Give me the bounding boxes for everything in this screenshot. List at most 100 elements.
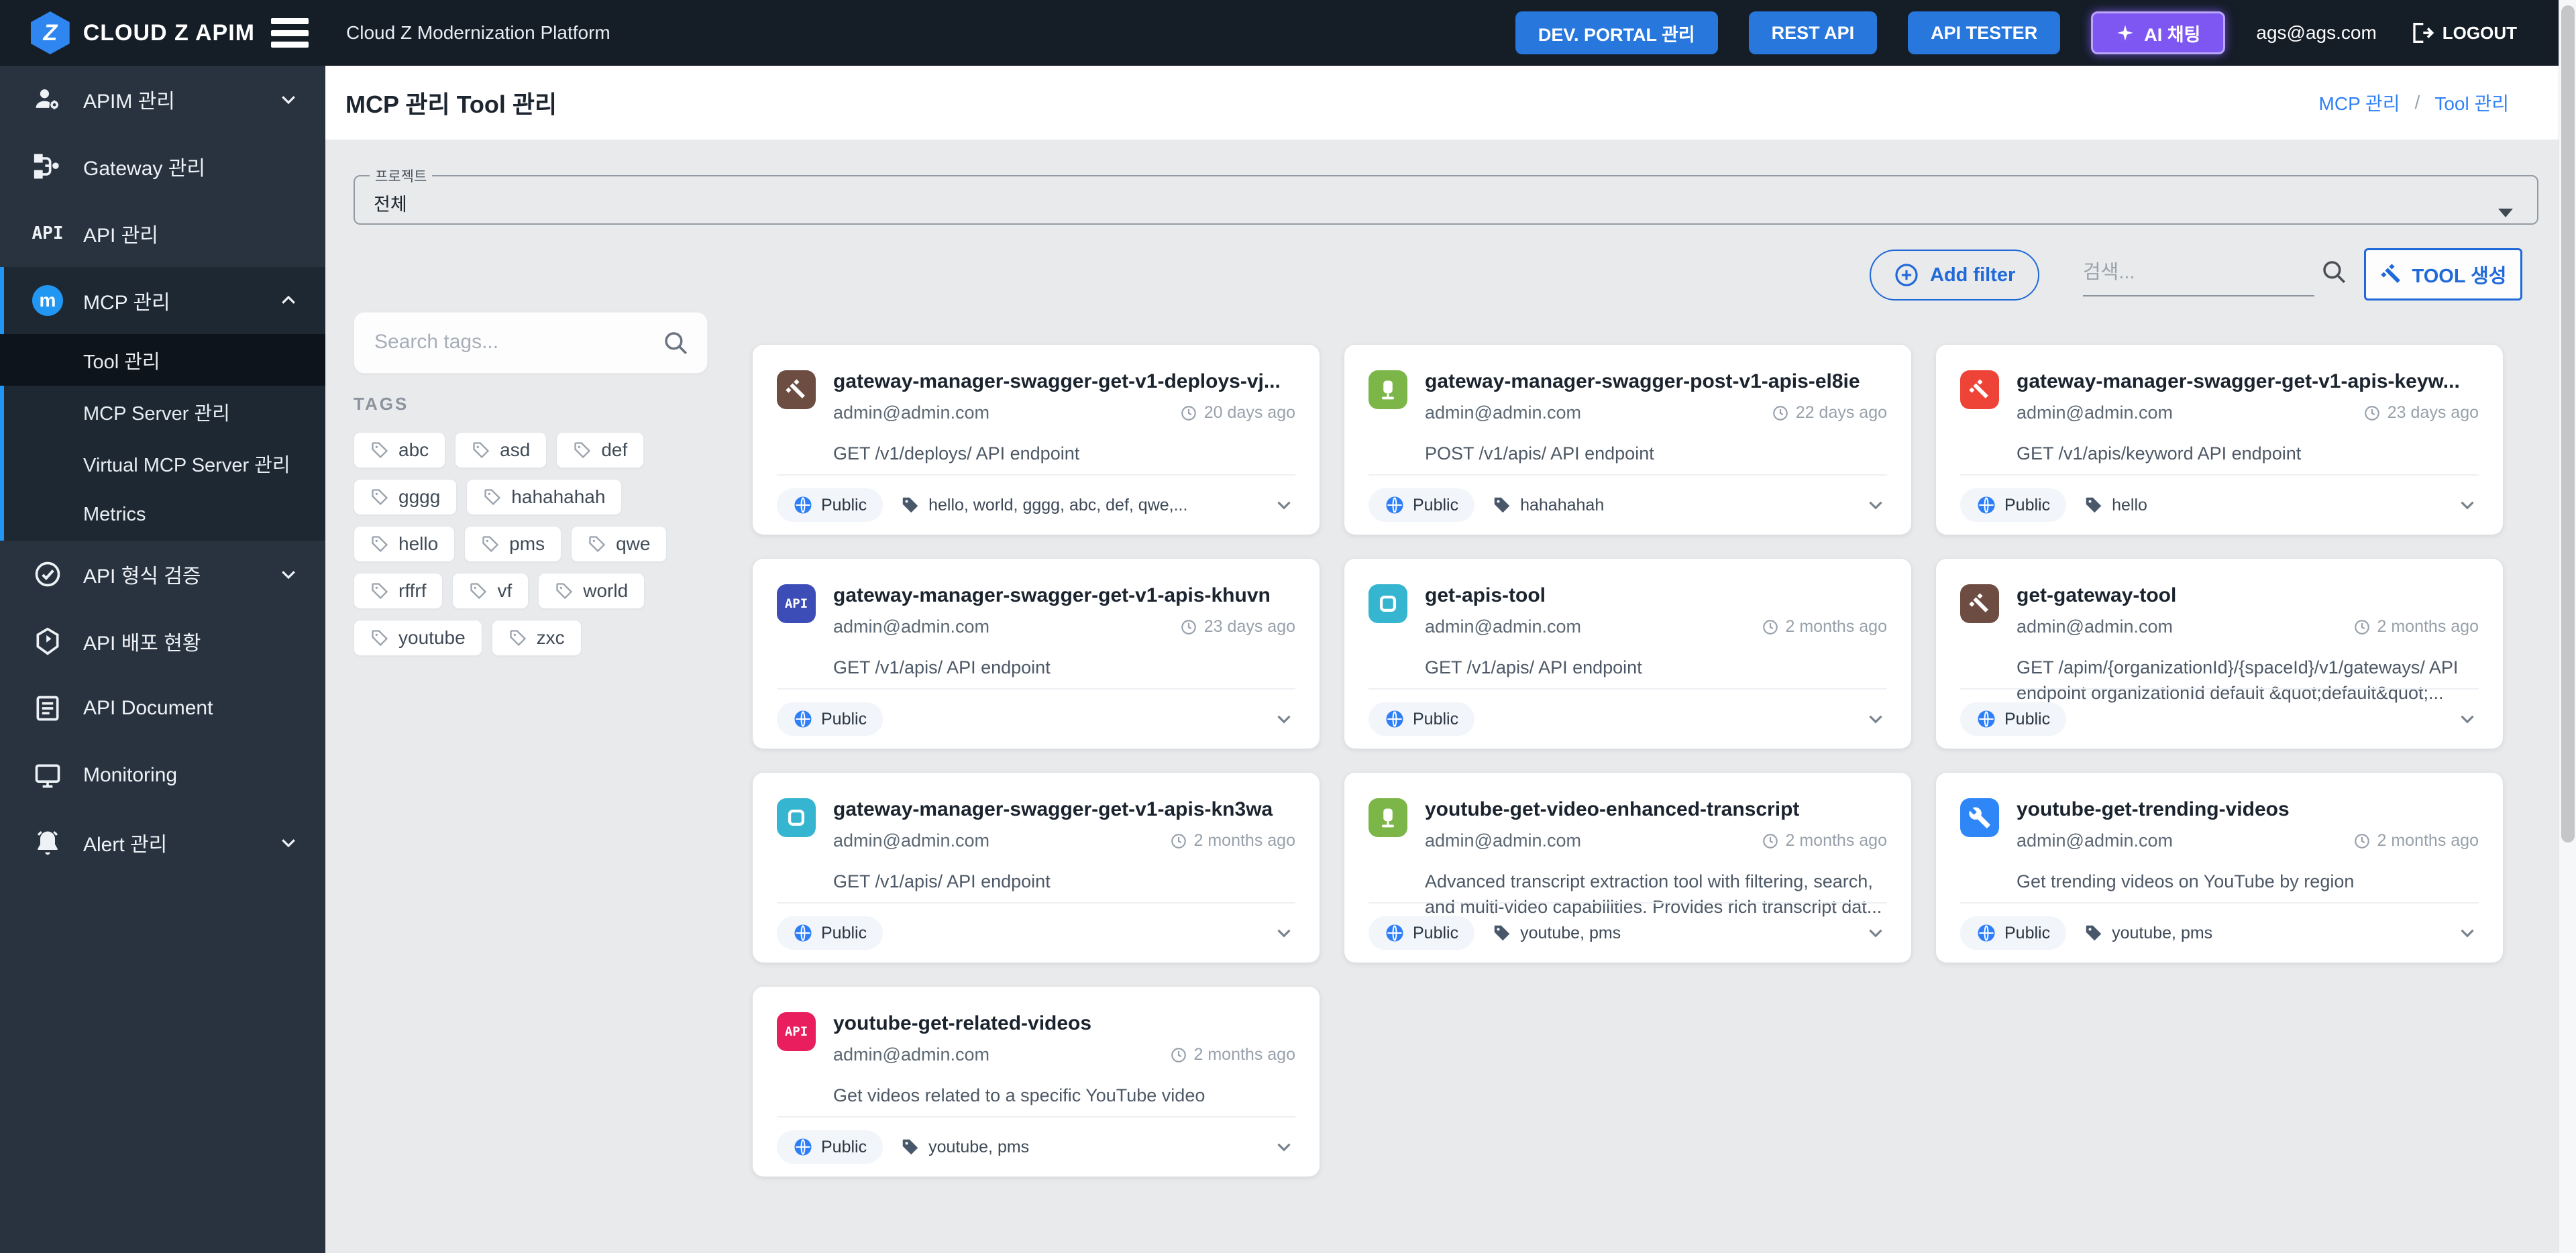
sidebar-item-alert[interactable]: Alert 관리 [0, 809, 325, 876]
chevron-down-icon[interactable] [2456, 494, 2479, 516]
vertical-scrollbar[interactable] [2559, 0, 2576, 1253]
tool-updated: 20 days ago [1180, 403, 1295, 423]
app-logo[interactable]: Z CLOUD Z APIM [0, 11, 255, 54]
tool-title: youtube-get-related-videos [833, 1012, 1295, 1035]
add-filter-button[interactable]: Add filter [1870, 250, 2039, 301]
tool-card-footer: Public youtube, pms [777, 1116, 1295, 1177]
chevron-down-icon[interactable] [1273, 1136, 1295, 1158]
tag-chip[interactable]: hello [354, 526, 455, 562]
tool-title: get-gateway-tool [2017, 584, 2479, 607]
search-icon[interactable] [661, 329, 690, 357]
tool-card[interactable]: gateway-manager-swagger-post-v1-apis-el8… [1344, 345, 1911, 535]
tag-icon [1492, 495, 1512, 515]
tag-chip[interactable]: world [538, 573, 645, 609]
tool-owner: admin@admin.com [833, 830, 989, 851]
chevron-down-icon[interactable] [2456, 708, 2479, 730]
tag-chip[interactable]: asd [455, 432, 547, 468]
chevron-down-icon[interactable] [1864, 494, 1887, 516]
clock-icon [1180, 404, 1197, 422]
sidebar-item-mcp-server[interactable]: MCP Server 관리 [0, 386, 325, 437]
scrollbar-thumb[interactable] [2561, 5, 2575, 842]
menu-toggle-icon[interactable] [271, 18, 309, 48]
chevron-down-icon[interactable] [1273, 494, 1295, 516]
tag-icon [2084, 923, 2104, 943]
globe-icon [793, 495, 813, 515]
tag-chip[interactable]: hahahahah [466, 479, 622, 515]
tool-type-icon: API [777, 584, 816, 623]
tag-chip[interactable]: vf [452, 573, 529, 609]
breadcrumb-link-mcp[interactable]: MCP 관리 [2319, 89, 2400, 116]
sidebar-item-monitoring[interactable]: Monitoring [0, 742, 325, 809]
tool-card[interactable]: gateway-manager-swagger-get-v1-apis-kn3w… [753, 773, 1320, 963]
sidebar-item-api-validation[interactable]: API 형식 검증 [0, 541, 325, 608]
project-select[interactable]: 프로젝트 전체 [354, 166, 2538, 225]
sidebar-item-metrics[interactable]: Metrics [0, 489, 325, 541]
gateway-icon [32, 151, 63, 182]
tool-card[interactable]: youtube-get-video-enhanced-transcript ad… [1344, 773, 1911, 963]
chevron-down-icon[interactable] [1864, 922, 1887, 944]
tool-card[interactable]: youtube-get-trending-videos admin@admin.… [1936, 773, 2503, 963]
logout-button[interactable]: LOGOUT [2408, 19, 2517, 46]
tags-panel: TAGS abc asd def gggg hahahahah hello pm… [354, 312, 709, 656]
tag-chip[interactable]: abc [354, 432, 445, 468]
sidebar-item-api-document[interactable]: API Document [0, 675, 325, 742]
globe-icon [1976, 495, 1996, 515]
tag-search-input[interactable] [354, 313, 636, 372]
tag-icon [469, 582, 488, 600]
tool-tags-label: youtube, pms [1520, 924, 1621, 943]
tool-card-grid: gateway-manager-swagger-get-v1-deploys-v… [753, 345, 2504, 1177]
sidebar-item-apim[interactable]: APIM 관리 [0, 66, 325, 133]
tool-owner: admin@admin.com [833, 616, 989, 637]
tool-card[interactable]: get-gateway-tool admin@admin.com 2 month… [1936, 559, 2503, 749]
tag-chip[interactable]: youtube [354, 620, 482, 656]
sidebar-item-api-deploy[interactable]: API 배포 현황 [0, 608, 325, 675]
sidebar-item-virtual-mcp-server[interactable]: Virtual MCP Server 관리 [0, 437, 325, 489]
chevron-down-icon[interactable] [2456, 922, 2479, 944]
chevron-down-icon[interactable] [1864, 708, 1887, 730]
tag-chip[interactable]: zxc [492, 620, 582, 656]
tool-card[interactable]: API youtube-get-related-videos admin@adm… [753, 987, 1320, 1177]
chevron-down-icon[interactable] [1273, 922, 1295, 944]
tag-chip[interactable]: rffrf [354, 573, 443, 609]
tag-icon [555, 582, 574, 600]
tool-card[interactable]: gateway-manager-swagger-get-v1-apis-keyw… [1936, 345, 2503, 535]
tool-search-input[interactable] [2083, 250, 2314, 296]
chevron-down-icon[interactable] [1273, 708, 1295, 730]
tool-description: Get trending videos on YouTube by region [2017, 869, 2479, 894]
create-tool-button[interactable]: TOOL 생성 [2364, 248, 2522, 301]
tag-chip[interactable]: gggg [354, 479, 457, 515]
dev-portal-button[interactable]: DEV. PORTAL 관리 [1515, 11, 1718, 54]
tool-description: Get videos related to a specific YouTube… [833, 1083, 1295, 1108]
tool-tags: hahahahah [1492, 495, 1604, 515]
tag-chip[interactable]: qwe [571, 526, 667, 562]
search-icon[interactable] [2320, 258, 2348, 286]
tool-type-icon: API [777, 1012, 816, 1051]
visibility-badge: Public [1960, 916, 2066, 950]
ai-chat-button[interactable]: AI 채팅 [2091, 11, 2225, 54]
globe-icon [793, 1137, 813, 1157]
sidebar-item-api[interactable]: API API 관리 [0, 200, 325, 267]
tag-chip[interactable]: def [556, 432, 644, 468]
api-text-icon: API [32, 218, 63, 249]
sidebar: APIM 관리 Gateway 관리 API API 관리 m MCP 관리 T… [0, 66, 325, 1253]
project-select-label: 프로젝트 [370, 166, 432, 186]
tag-chip-label: youtube [398, 627, 466, 649]
api-tester-button[interactable]: API TESTER [1908, 11, 2060, 54]
tool-updated: 23 days ago [1180, 617, 1295, 637]
rest-api-button[interactable]: REST API [1749, 11, 1878, 54]
tool-card[interactable]: gateway-manager-swagger-get-v1-deploys-v… [753, 345, 1320, 535]
breadcrumb-link-tool[interactable]: Tool 관리 [2434, 89, 2509, 116]
tag-chip-label: asd [500, 439, 530, 461]
sidebar-item-tool-mgmt[interactable]: Tool 관리 [0, 334, 325, 386]
tool-updated: 23 days ago [2363, 403, 2479, 423]
visibility-label: Public [821, 496, 867, 515]
visibility-label: Public [1413, 496, 1458, 515]
tool-card[interactable]: get-apis-tool admin@admin.com 2 months a… [1344, 559, 1911, 749]
tag-chip[interactable]: pms [464, 526, 561, 562]
visibility-badge: Public [1960, 488, 2066, 522]
visibility-badge: Public [777, 702, 883, 736]
sidebar-item-mcp[interactable]: m MCP 관리 [0, 267, 325, 334]
tool-card[interactable]: API gateway-manager-swagger-get-v1-apis-… [753, 559, 1320, 749]
sidebar-item-gateway[interactable]: Gateway 관리 [0, 133, 325, 200]
tool-updated: 2 months ago [1762, 831, 1888, 851]
